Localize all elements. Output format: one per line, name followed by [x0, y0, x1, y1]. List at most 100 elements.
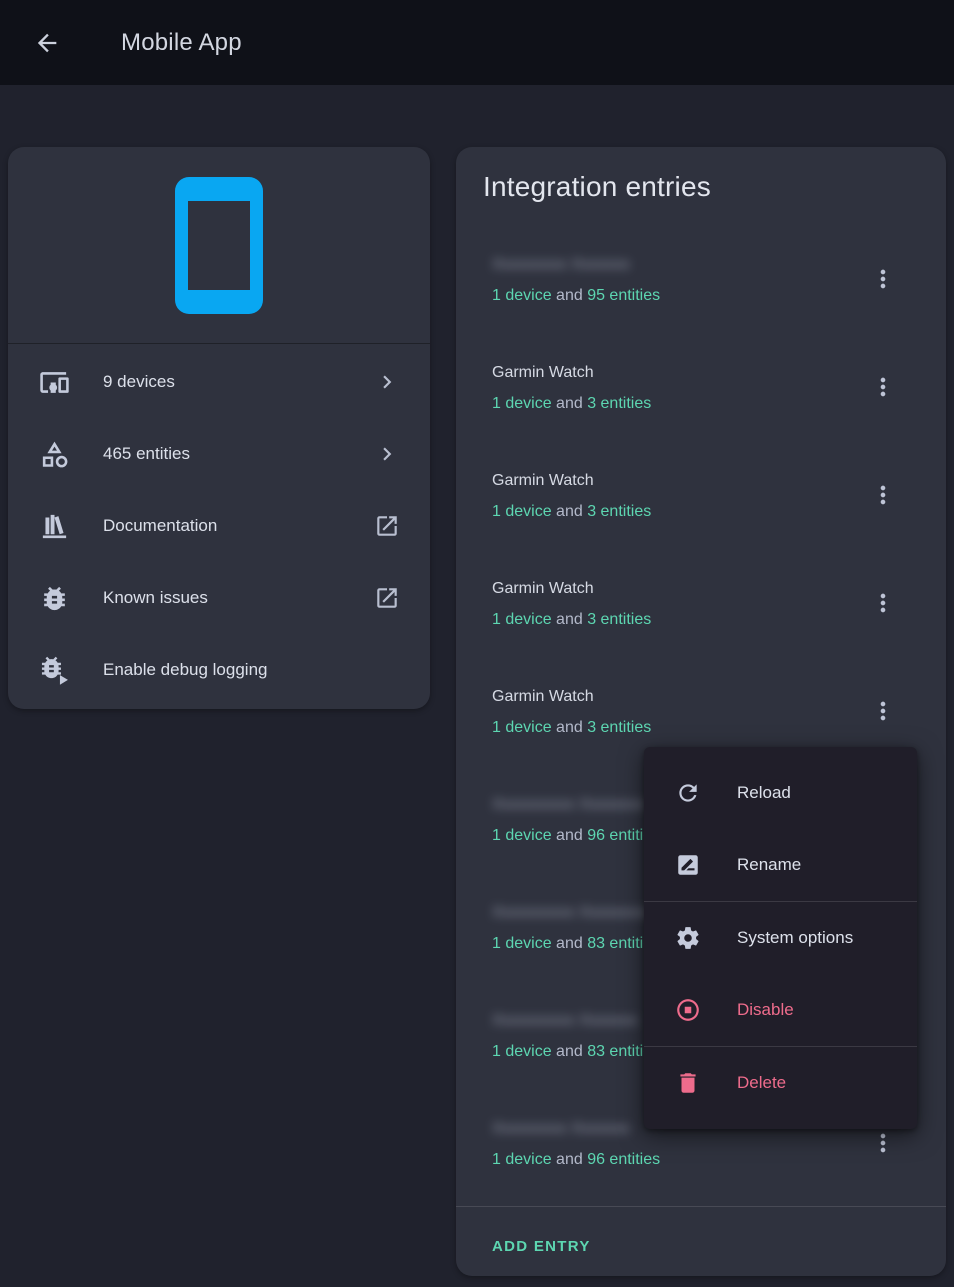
entry-devices-link[interactable]: 1 device [492, 611, 552, 628]
dots-vertical-icon [869, 373, 897, 401]
dots-vertical-icon [869, 697, 897, 725]
entry-summary: 1 device and 83 entities [492, 933, 660, 955]
menu-item-label: Delete [737, 1073, 786, 1093]
entry-summary-conjunction: and [552, 827, 588, 844]
menu-item-rename[interactable]: Rename [644, 829, 917, 901]
entry-name: Xxxxxxxxxx Xxxxxxxx [492, 794, 646, 816]
entry-entities-link[interactable]: 95 entities [587, 287, 660, 304]
integration-entry-row: Garmin Watch 1 device and 3 entities [456, 570, 946, 662]
chevron-right-icon [374, 369, 400, 395]
entry-summary-conjunction: and [552, 935, 588, 952]
entry-summary: 1 device and 95 entities [492, 285, 660, 307]
chevron-right-icon [374, 441, 400, 467]
overview-item-label: 9 devices [103, 372, 175, 392]
menu-item-disable[interactable]: Disable [644, 974, 917, 1046]
menu-item-reload[interactable]: Reload [644, 757, 917, 829]
entry-menu-button[interactable] [869, 1129, 897, 1157]
entry-entities-link[interactable]: 3 entities [587, 719, 651, 736]
menu-item-label: System options [737, 928, 853, 948]
entry-summary: 1 device and 83 entities [492, 1041, 660, 1063]
entry-summary: 1 device and 3 entities [492, 609, 651, 631]
dots-vertical-icon [869, 481, 897, 509]
overview-item-entities[interactable]: 465 entities [8, 418, 430, 490]
overview-item-debug-logging[interactable]: Enable debug logging [8, 634, 430, 706]
entry-name: Xxxxxxxxxx Xxxxxxxxx [492, 902, 654, 924]
entry-summary-conjunction: and [552, 611, 588, 628]
menu-item-label: Disable [737, 1000, 794, 1020]
overview-item-documentation[interactable]: Documentation [8, 490, 430, 562]
entry-devices-link[interactable]: 1 device [492, 719, 552, 736]
entry-summary: 1 device and 96 entities [492, 1149, 660, 1171]
integration-entry-row: Garmin Watch 1 device and 3 entities [456, 354, 946, 446]
open-in-new-icon [374, 585, 400, 611]
entry-devices-link[interactable]: 1 device [492, 503, 552, 520]
entry-summary-conjunction: and [552, 1043, 588, 1060]
overview-item-known-issues[interactable]: Known issues [8, 562, 430, 634]
entry-name: Garmin Watch [492, 470, 594, 492]
entry-summary: 1 device and 3 entities [492, 501, 651, 523]
entry-summary-conjunction: and [552, 1151, 588, 1168]
entry-menu-button[interactable] [869, 697, 897, 725]
entry-name: Xxxxxxxxxx Xxxxxxx [492, 1010, 638, 1032]
arrow-left-icon [33, 29, 61, 57]
entry-summary-conjunction: and [552, 395, 588, 412]
devices-icon [39, 367, 70, 398]
menu-item-system-options[interactable]: System options [644, 902, 917, 974]
entry-menu-button[interactable] [869, 265, 897, 293]
entry-context-menu: Reload Rename System options Disable Delete [644, 747, 917, 1129]
entry-summary: 1 device and 3 entities [492, 717, 651, 739]
entry-devices-link[interactable]: 1 device [492, 1043, 552, 1060]
page-title: Mobile App [121, 29, 242, 57]
rename-box-icon [675, 852, 701, 878]
entry-devices-link[interactable]: 1 device [492, 287, 552, 304]
refresh-icon [675, 780, 701, 806]
entry-name: Xxxxxxxxx Xxxxxxx [492, 1118, 630, 1140]
integration-icon-area [8, 147, 430, 343]
app-header: Mobile App [0, 0, 954, 85]
menu-item-delete[interactable]: Delete [644, 1047, 917, 1119]
mobile-app-integration-page: Mobile App 9 devices 465 entities Document… [0, 0, 954, 1287]
entry-summary: 1 device and 96 entities [492, 825, 660, 847]
dots-vertical-icon [869, 265, 897, 293]
entries-bottom-divider [456, 1206, 946, 1207]
dots-vertical-icon [869, 589, 897, 617]
bug-icon [39, 583, 70, 614]
bookshelf-icon [39, 511, 70, 542]
bug-play-icon [39, 655, 70, 686]
overview-item-devices[interactable]: 9 devices [8, 346, 430, 418]
entry-devices-link[interactable]: 1 device [492, 827, 552, 844]
delete-icon [675, 1070, 701, 1096]
shape-outline-icon [39, 439, 70, 470]
overview-card: 9 devices 465 entities Documentation Known … [8, 147, 430, 709]
open-in-new-icon [374, 513, 400, 539]
cellphone-icon [175, 177, 263, 314]
entry-summary-conjunction: and [552, 287, 588, 304]
menu-item-label: Rename [737, 855, 801, 875]
entry-devices-link[interactable]: 1 device [492, 935, 552, 952]
entry-entities-link[interactable]: 3 entities [587, 503, 651, 520]
overview-item-label: Enable debug logging [103, 660, 267, 680]
entry-summary: 1 device and 3 entities [492, 393, 651, 415]
integration-entry-row: Garmin Watch 1 device and 3 entities [456, 462, 946, 554]
entry-entities-link[interactable]: 3 entities [587, 611, 651, 628]
overview-item-label: Documentation [103, 516, 217, 536]
entry-name: Garmin Watch [492, 578, 594, 600]
integration-entry-row: Xxxxxxxxx Xxxxxxx 1 device and 95 entitie… [456, 246, 946, 338]
entry-menu-button[interactable] [869, 373, 897, 401]
entry-entities-link[interactable]: 3 entities [587, 395, 651, 412]
overview-item-label: Known issues [103, 588, 208, 608]
entries-title: Integration entries [483, 171, 711, 203]
entry-devices-link[interactable]: 1 device [492, 395, 552, 412]
cog-icon [675, 925, 701, 951]
entry-menu-button[interactable] [869, 589, 897, 617]
entry-devices-link[interactable]: 1 device [492, 1151, 552, 1168]
entry-entities-link[interactable]: 96 entities [587, 1151, 660, 1168]
stop-circle-outline-icon [675, 997, 701, 1023]
entry-name: Garmin Watch [492, 362, 594, 384]
entry-menu-button[interactable] [869, 481, 897, 509]
overview-item-label: 465 entities [103, 444, 190, 464]
add-entry-button[interactable]: ADD ENTRY [492, 1230, 591, 1263]
back-button[interactable] [33, 29, 61, 57]
dots-vertical-icon [869, 1129, 897, 1157]
entry-name: Xxxxxxxxx Xxxxxxx [492, 254, 630, 276]
